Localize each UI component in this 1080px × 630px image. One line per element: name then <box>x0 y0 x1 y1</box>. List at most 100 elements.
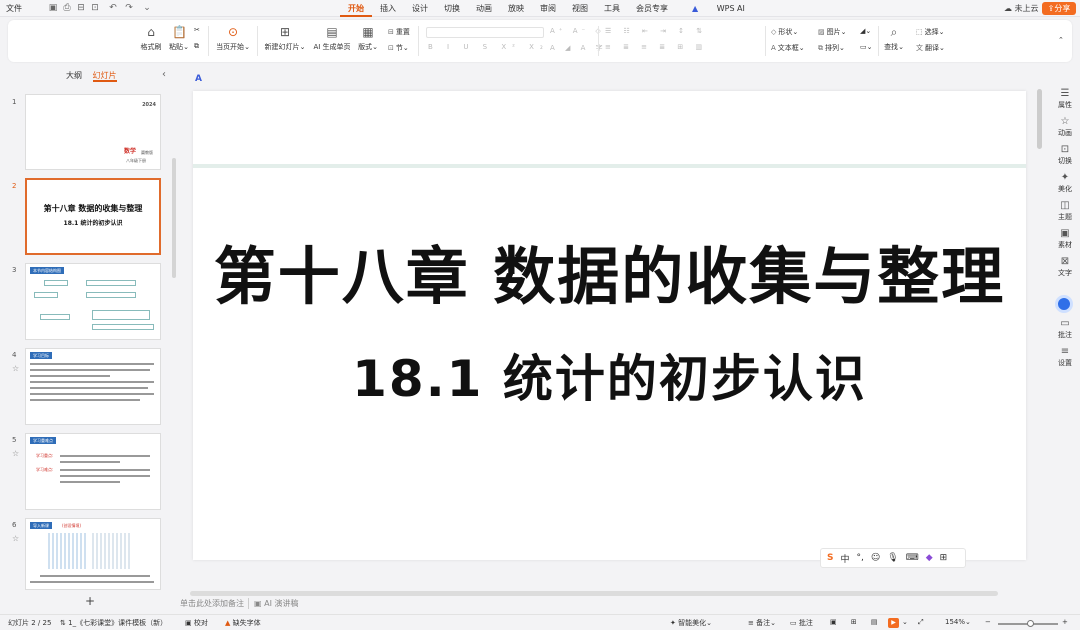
play-options-icon[interactable]: ⌄ <box>902 618 908 626</box>
menu-home[interactable]: 开始 <box>340 0 372 17</box>
arrange-button[interactable]: ⧉ 排列⌄ <box>818 43 845 53</box>
slide-thumbnail-6[interactable]: 导入新课 (创设情境) <box>25 518 161 590</box>
font-style-buttons[interactable]: B I U S X² X₂ <box>428 43 549 51</box>
more-icon[interactable]: ⌄ <box>142 3 152 13</box>
notes-toggle[interactable]: ≡ 备注⌄ <box>748 618 776 628</box>
panel-text[interactable]: ⊠ 文字 <box>1050 256 1080 278</box>
template-name[interactable]: ⇅ 1_《七彩课堂》课件模板（新） <box>60 618 167 628</box>
panel-comments[interactable]: ▭ 批注 <box>1050 318 1080 340</box>
notes-placeholder[interactable]: 单击此处添加备注 <box>180 598 244 609</box>
redo-icon[interactable]: ↷ <box>124 3 134 13</box>
font-name-select[interactable] <box>426 27 544 38</box>
section-icon: ⊡ <box>388 44 394 52</box>
ime-logo-icon[interactable]: S <box>827 553 833 563</box>
print-icon[interactable]: ⊟ <box>76 3 86 13</box>
menu-review[interactable]: 审阅 <box>532 0 564 17</box>
menu-animation[interactable]: 动画 <box>468 0 500 17</box>
collapse-ribbon-icon[interactable]: ⌃ <box>1058 36 1064 44</box>
slide-title[interactable]: 第十八章 数据的收集与整理 <box>193 226 1026 316</box>
undo-icon[interactable]: ↶ <box>108 3 118 13</box>
slide-thumbnail-1[interactable]: 2024 数学 冀教版 八年级下册 <box>25 94 161 170</box>
ai-notes-button[interactable]: ▣ AI 演讲稿 <box>248 598 298 609</box>
ime-emoji-icon[interactable]: ☺ <box>871 553 880 563</box>
menu-view[interactable]: 视图 <box>564 0 596 17</box>
panel-transition[interactable]: ⊡ 切换 <box>1050 144 1080 166</box>
share-button[interactable]: ⇪分享 <box>1042 2 1076 15</box>
from-current-button[interactable]: ⊙ 当页开始⌄ <box>213 26 253 52</box>
file-menu[interactable]: 文件 <box>6 3 22 14</box>
zoom-level[interactable]: 154%⌄ <box>945 618 971 626</box>
slide-thumbnail-4[interactable]: 学习目标 <box>25 348 161 425</box>
menu-insert[interactable]: 插入 <box>372 0 404 17</box>
thumb-heading: 导入新课 <box>30 522 52 529</box>
paragraph-list-buttons[interactable]: ☰ ☷ ⇤ ⇥ ↕ ⇅ <box>605 27 707 35</box>
picture-button[interactable]: ▨ 图片⌄ <box>818 27 847 37</box>
assistant-icon[interactable] <box>1055 295 1073 313</box>
panel-settings[interactable]: ≡ 设置 <box>1050 346 1080 368</box>
paste-button[interactable]: 📋 粘贴⌄ <box>166 26 192 52</box>
fullscreen-icon[interactable]: ⤢ <box>918 618 924 627</box>
slide-subtitle[interactable]: 18.1 统计的初步认识 <box>193 339 1026 411</box>
ime-chinese-icon[interactable]: 中 <box>840 552 849 565</box>
missing-font-button[interactable]: ▲ 缺失字体 <box>225 618 261 628</box>
paragraph-align-buttons[interactable]: ≡ ≣ ≡ ≣ ⊞ ▥ <box>605 43 707 51</box>
ime-punct-icon[interactable]: °, <box>857 553 864 563</box>
ai-assist-icon[interactable]: A <box>195 74 207 86</box>
textbox-button[interactable]: A 文本框⌄ <box>771 43 805 53</box>
shape-button[interactable]: ◇ 形状⌄ <box>771 27 798 37</box>
ime-skin-icon[interactable]: ◆ <box>926 553 933 563</box>
menu-transition[interactable]: 切换 <box>436 0 468 17</box>
new-slide-button[interactable]: ⊞ 新建幻灯片⌄ <box>263 26 307 52</box>
zoom-out-icon[interactable]: − <box>985 618 991 626</box>
select-label: 选择 <box>924 28 939 36</box>
cut-icon[interactable]: ✂ <box>194 26 200 34</box>
section-button[interactable]: ⊡ 节⌄ <box>388 43 409 53</box>
current-slide[interactable]: 第十八章 数据的收集与整理 18.1 统计的初步认识 <box>193 91 1026 560</box>
panel-animation[interactable]: ☆ 动画 <box>1050 116 1080 138</box>
panel-beautify[interactable]: ✦ 美化 <box>1050 172 1080 194</box>
panel-assets[interactable]: ▣ 素材 <box>1050 228 1080 250</box>
smart-beautify-button[interactable]: ✦ 智能美化⌄ <box>670 618 712 628</box>
shape-outline-icon[interactable]: ▭⌄ <box>860 43 872 51</box>
ime-keyboard-icon[interactable]: ⌨ <box>906 553 919 563</box>
save-icon[interactable]: ▣ <box>48 3 58 13</box>
ai-generate-button[interactable]: ▤ AI 生成单页 <box>310 26 354 52</box>
vertical-scrollbar[interactable] <box>1037 89 1042 149</box>
preview-icon[interactable]: ⊡ <box>90 3 100 13</box>
add-slide-button[interactable]: + <box>85 594 95 608</box>
ime-mic-icon[interactable]: 🎙 <box>887 553 898 563</box>
slide-thumbnail-2[interactable]: 第十八章 数据的收集与整理 18.1 统计的初步认识 <box>25 178 161 255</box>
menu-wps-ai[interactable]: ▲ WPS AI <box>676 0 761 17</box>
shape-fill-icon[interactable]: ◢⌄ <box>860 27 871 35</box>
zoom-in-icon[interactable]: + <box>1062 618 1068 626</box>
tab-slides[interactable]: 幻灯片 <box>92 71 117 82</box>
collapse-panel-icon[interactable]: ‹ <box>162 69 166 80</box>
panel-theme[interactable]: ◫ 主题 <box>1050 200 1080 222</box>
format-painter-button[interactable]: ⌂ 格式刷 <box>138 26 164 52</box>
panel-scrollbar[interactable] <box>172 158 176 278</box>
menu-design[interactable]: 设计 <box>404 0 436 17</box>
translate-button[interactable]: 文翻译⌄ <box>916 43 945 53</box>
find-button[interactable]: ⌕ 查找⌄ <box>882 26 906 52</box>
panel-properties[interactable]: ☰ 属性 <box>1050 88 1080 110</box>
slide-thumbnail-5[interactable]: 学习重难点 学习重点: 学习难点: <box>25 433 161 510</box>
reset-button[interactable]: ⊟ 重置 <box>388 27 410 37</box>
font-size-buttons[interactable]: A⁺ A⁻ ◇ <box>550 27 605 35</box>
layout-button[interactable]: ▦ 版式⌄ <box>356 26 380 52</box>
separator <box>598 26 599 56</box>
cloud-status[interactable]: ☁ 未上云 <box>1004 3 1039 14</box>
tab-outline[interactable]: 大纲 <box>66 71 82 80</box>
menu-slideshow[interactable]: 放映 <box>500 0 532 17</box>
menu-member[interactable]: 会员专享 <box>628 0 676 17</box>
zoom-slider-handle[interactable] <box>1027 620 1034 627</box>
slide-thumbnail-3[interactable]: 本节内容结构图 <box>25 263 161 340</box>
export-icon[interactable]: ⎙ <box>62 3 72 13</box>
menu-tools[interactable]: 工具 <box>596 0 628 17</box>
comments-toggle[interactable]: ▭ 批注 <box>790 618 813 628</box>
ime-grid-icon[interactable]: ⊞ <box>940 553 948 563</box>
copy-icon[interactable]: ⧉ <box>194 42 199 51</box>
play-slideshow-icon[interactable]: ▶ <box>888 618 899 628</box>
select-button[interactable]: ⬚ 选择⌄ <box>916 27 945 37</box>
horizontal-scrollbar[interactable] <box>190 591 998 596</box>
proof-button[interactable]: ▣ 校对 <box>185 618 208 628</box>
